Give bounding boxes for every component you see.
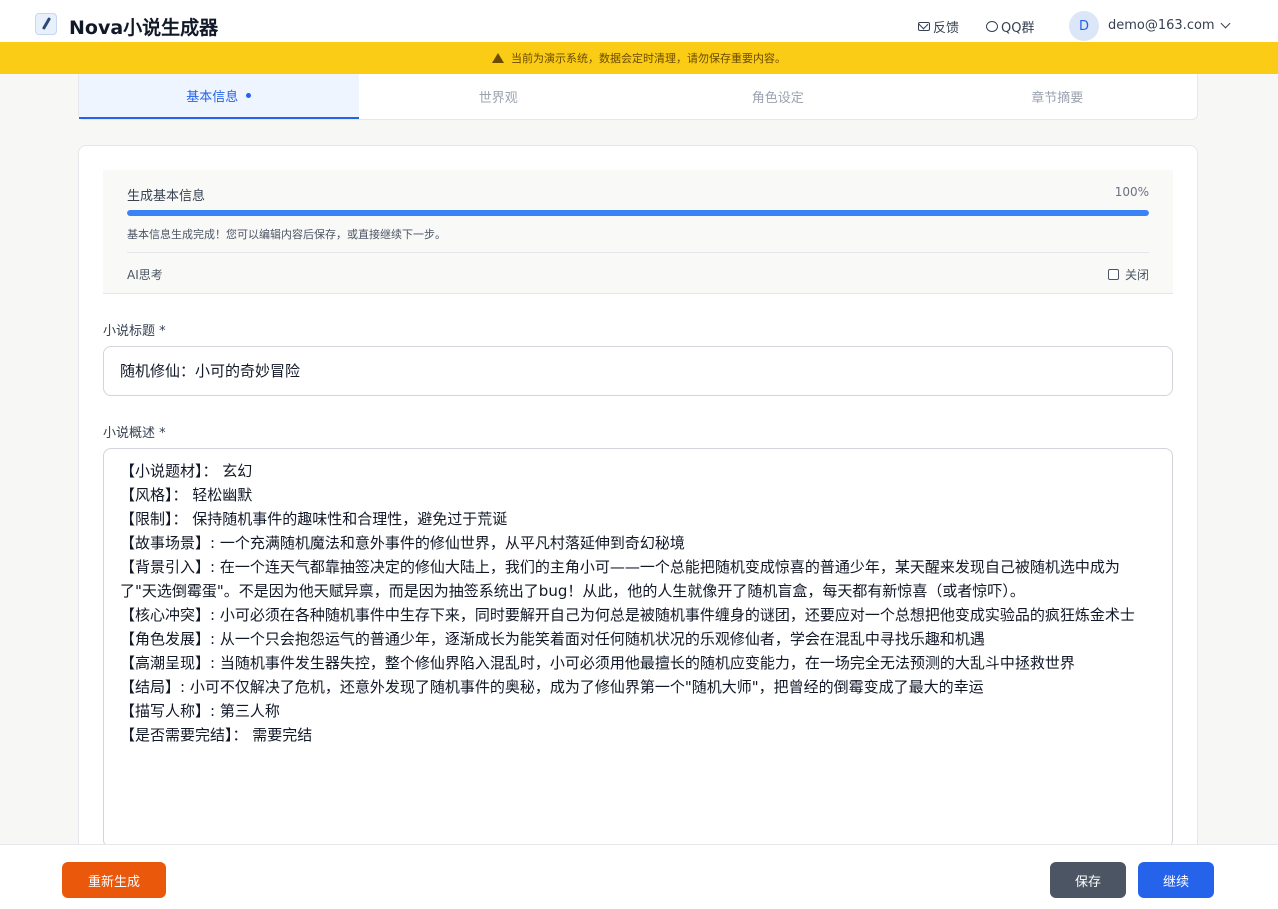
action-footer: 重新生成 保存 继续 <box>0 844 1278 909</box>
title-field-label: 小说标题 * <box>103 324 166 339</box>
continue-button[interactable]: 继续 <box>1138 862 1214 898</box>
active-dot-icon <box>246 93 252 98</box>
tab-basic-info[interactable]: 基本信息 <box>79 74 359 119</box>
progress-message: 基本信息生成完成！您可以编辑内容后保存，或直接继续下一步。 <box>127 228 446 241</box>
close-checkbox[interactable] <box>1107 269 1119 280</box>
progress-percent: 100% <box>1114 185 1149 199</box>
feedback-link[interactable]: 反馈 <box>918 17 959 36</box>
warning-icon <box>492 53 504 63</box>
novel-title-input[interactable]: 随机修仙：小可的奇妙冒险 <box>103 346 1173 396</box>
ai-thinking-label: AI思考 <box>127 268 163 282</box>
progress-bar-fill <box>127 210 1149 216</box>
user-email[interactable]: demo@163.com <box>1108 18 1215 33</box>
tab-worldview[interactable]: 世界观 <box>359 74 639 119</box>
novel-description-textarea[interactable]: 【小说题材】： 玄幻 【风格】： 轻松幽默 【限制】： 保持随机事件的趣味性和合… <box>103 448 1173 848</box>
regenerate-button[interactable]: 重新生成 <box>62 862 166 898</box>
ai-thinking-toggle[interactable]: 关闭 <box>1107 266 1149 283</box>
progress-bar <box>127 210 1149 216</box>
save-button[interactable]: 保存 <box>1050 862 1126 898</box>
close-toggle-label: 关闭 <box>1124 268 1149 282</box>
feedback-label: 反馈 <box>933 21 960 36</box>
progress-label: 生成基本信息 <box>127 189 206 204</box>
qq-group-link[interactable]: QQ群 <box>986 17 1034 36</box>
tab-characters-label: 角色设定 <box>751 91 804 106</box>
tab-characters[interactable]: 角色设定 <box>638 74 918 119</box>
generation-progress-panel: 生成基本信息 100% 基本信息生成完成！您可以编辑内容后保存，或直接继续下一步… <box>103 170 1173 294</box>
description-field-label: 小说概述 * <box>103 426 166 441</box>
app-header: Nova小说生成器 反馈 QQ群 D demo@163.com <box>0 0 1278 42</box>
tab-worldview-label: 世界观 <box>478 91 518 106</box>
divider <box>127 252 1149 253</box>
app-title: Nova小说生成器 <box>69 17 219 39</box>
basic-info-card: 生成基本信息 100% 基本信息生成完成！您可以编辑内容后保存，或直接继续下一步… <box>78 145 1198 905</box>
tab-chapter-summary-label: 章节摘要 <box>1031 91 1084 106</box>
qq-group-label: QQ群 <box>1001 21 1035 36</box>
pencil-logo-icon <box>35 13 57 35</box>
demo-warning-banner: 当前为演示系统，数据会定时清理，请勿保存重要内容。 <box>0 42 1278 74</box>
tab-basic-info-label: 基本信息 <box>186 90 239 105</box>
step-tabs: 基本信息 世界观 角色设定 章节摘要 <box>78 74 1198 120</box>
user-avatar[interactable]: D <box>1069 11 1099 41</box>
chevron-down-icon[interactable] <box>1220 18 1231 29</box>
chat-bubble-icon <box>986 21 998 32</box>
mail-icon <box>918 22 930 31</box>
banner-text: 当前为演示系统，数据会定时清理，请勿保存重要内容。 <box>511 52 786 65</box>
tab-chapter-summary[interactable]: 章节摘要 <box>918 74 1198 119</box>
